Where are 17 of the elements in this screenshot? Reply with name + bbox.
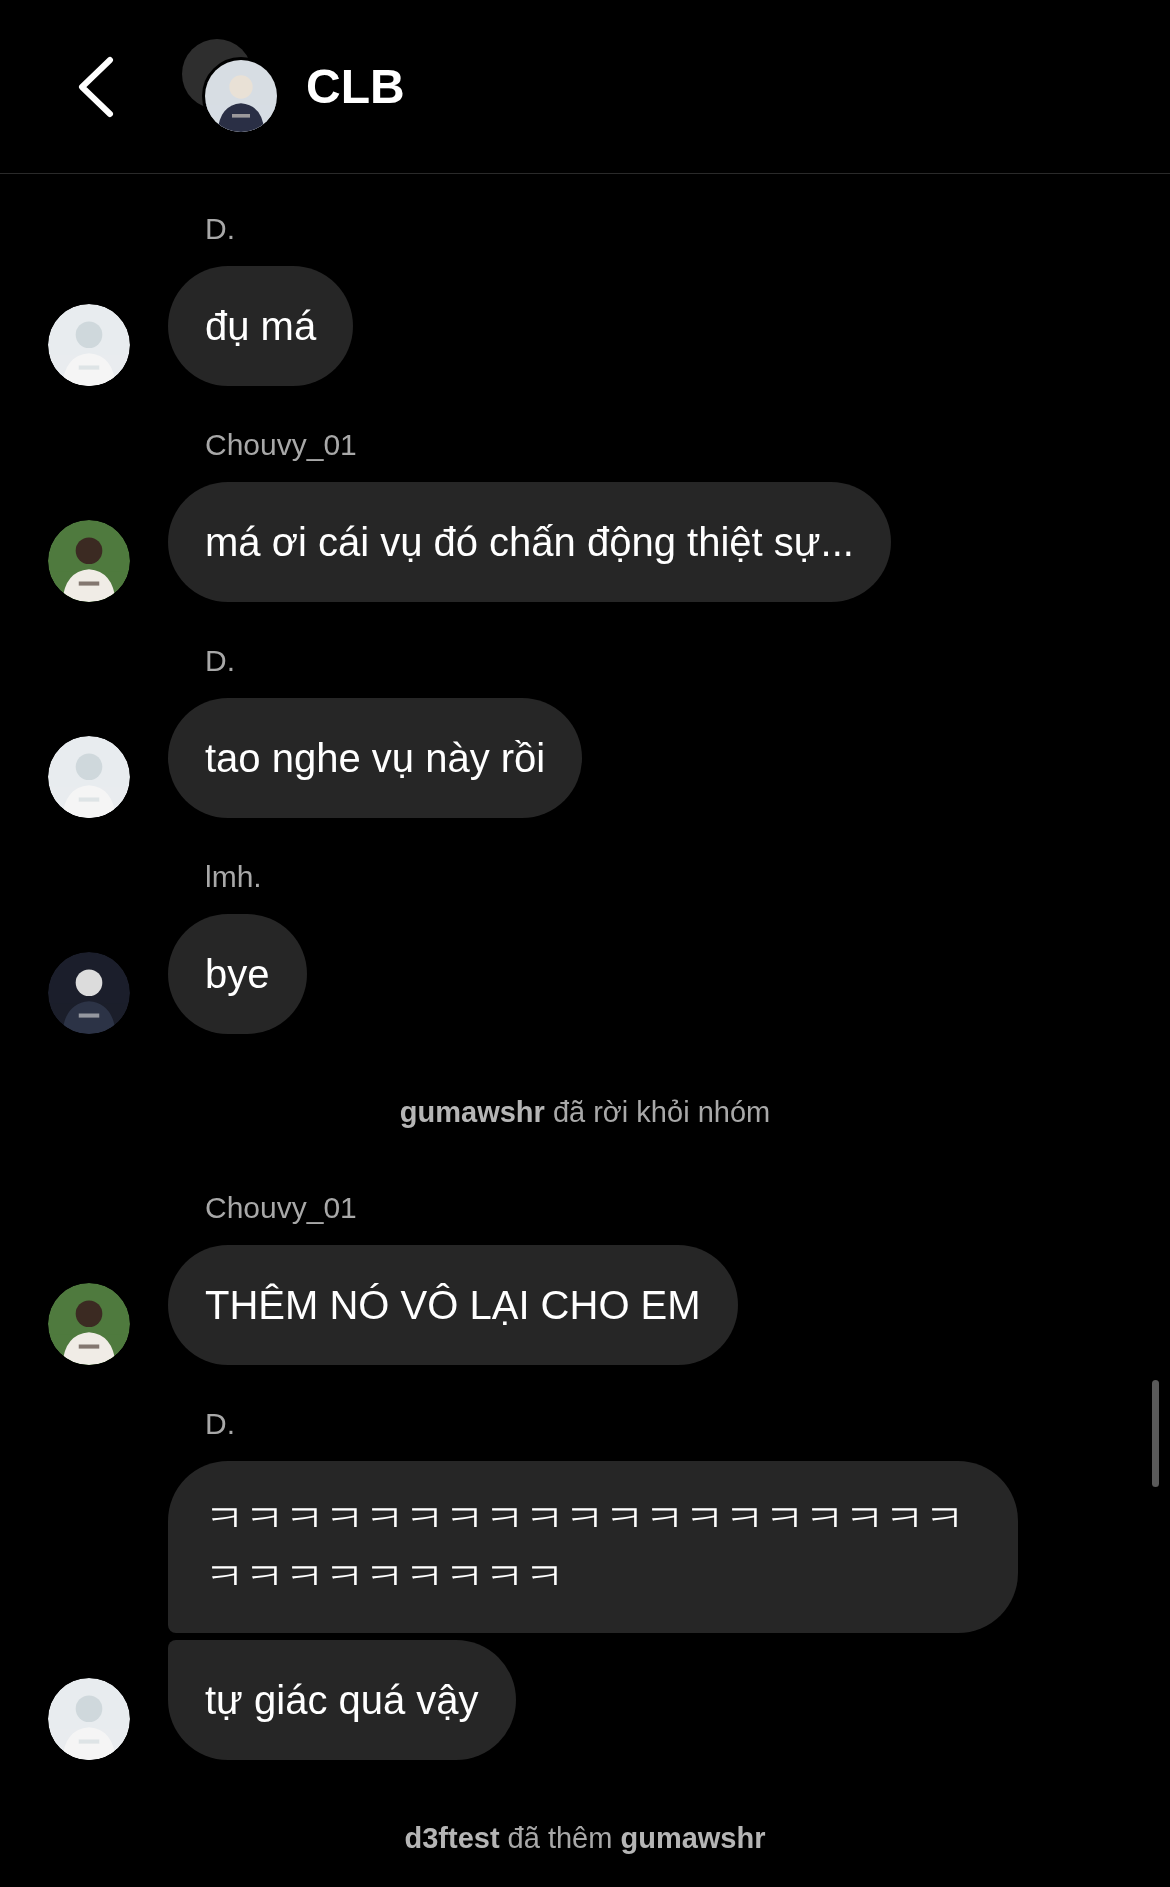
- system-message: gumawshr đã rời khỏi nhóm: [399, 1095, 771, 1129]
- message-bubble: ㅋㅋㅋㅋㅋㅋㅋㅋㅋㅋㅋㅋㅋㅋㅋㅋㅋㅋㅋㅋㅋㅋㅋㅋㅋㅋㅋㅋ: [168, 1461, 1018, 1633]
- message-bubble: tự giác quá vậy: [168, 1640, 516, 1760]
- sender-name: D.: [204, 211, 236, 247]
- sender-name: D.: [204, 643, 236, 679]
- sender-name: D.: [204, 1406, 236, 1442]
- back-icon[interactable]: [76, 55, 114, 118]
- sender-name: Chouvy_01: [204, 1190, 358, 1226]
- sender-name: lmh.: [204, 859, 263, 895]
- chat-title: CLB: [306, 58, 405, 115]
- system-message: d3ftest đã thêm gumawshr: [404, 1821, 766, 1855]
- message-bubble: tao nghe vụ này rồi: [168, 698, 583, 818]
- message-bubble: bye: [168, 914, 307, 1034]
- message-bubble: má ơi cái vụ đó chấn động thiệt sự...: [168, 482, 891, 602]
- sender-name: Chouvy_01: [204, 427, 358, 463]
- message-bubble: THÊM NÓ VÔ LẠI CHO EM: [168, 1245, 738, 1365]
- message-bubble: đụ má: [168, 266, 354, 386]
